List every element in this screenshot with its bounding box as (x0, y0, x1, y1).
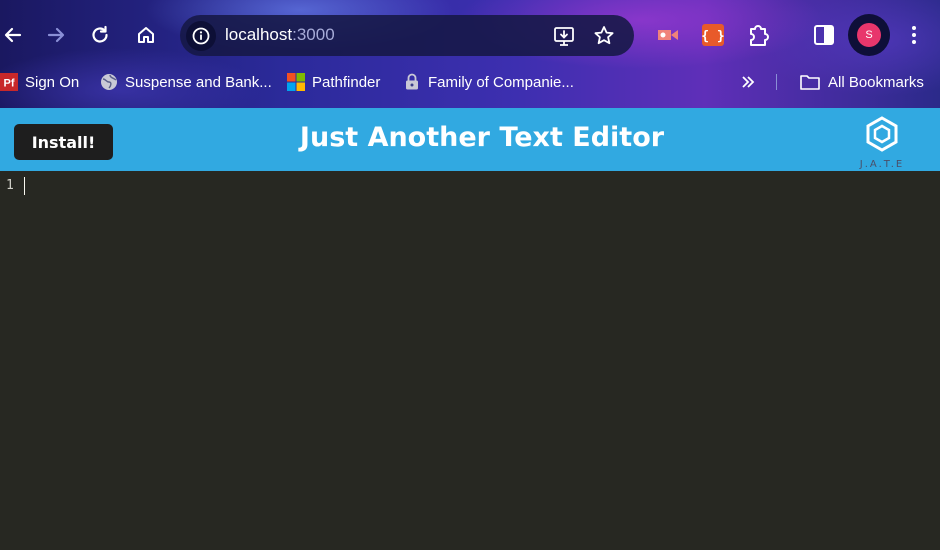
pf-logo-icon: Pf (0, 73, 18, 91)
more-menu-icon[interactable] (901, 22, 927, 48)
bookmark-label: Pathfinder (312, 73, 381, 91)
info-icon (192, 27, 210, 45)
bookmark-family[interactable]: Family of Companie... (403, 72, 574, 92)
all-bookmarks-label: All Bookmarks (828, 73, 924, 91)
bookmark-label: Family of Companie... (428, 73, 574, 91)
svg-text:{ }: { } (701, 29, 724, 44)
browser-chrome: localhost:3000 { } S Pf Sign On Suspense… (0, 0, 940, 108)
home-button[interactable] (133, 22, 159, 48)
avatar: S (857, 23, 881, 47)
back-button[interactable] (0, 22, 26, 48)
bookmarks-bar: Pf Sign On Suspense and Bank... Pathfind… (0, 68, 940, 96)
pf-badge: Pf (4, 78, 15, 90)
bookmark-sign-on[interactable]: Pf Sign On (0, 72, 79, 92)
logo-text: J.A.T.E (859, 159, 905, 170)
address-bar[interactable]: localhost:3000 (180, 15, 634, 56)
extensions-puzzle-icon[interactable] (745, 22, 771, 48)
text-cursor (24, 177, 25, 195)
arrow-right-icon (47, 27, 65, 43)
install-app-icon[interactable] (552, 24, 576, 48)
site-info-button[interactable] (186, 21, 216, 51)
all-bookmarks-button[interactable]: All Bookmarks (799, 72, 924, 92)
reload-icon (92, 25, 108, 43)
page-title: Just Another Text Editor (299, 122, 665, 153)
reload-button[interactable] (87, 22, 113, 48)
microsoft-logo-icon (287, 73, 305, 91)
arrow-left-icon (4, 27, 22, 43)
bookmark-label: Sign On (25, 73, 80, 91)
bookmark-divider (776, 74, 777, 90)
bookmark-suspense[interactable]: Suspense and Bank... (100, 72, 272, 92)
code-editor[interactable]: 1 (0, 171, 940, 550)
bookmark-label: Suspense and Bank... (125, 73, 272, 91)
profile-button[interactable]: S (848, 14, 890, 56)
globe-icon (101, 74, 117, 90)
lock-icon (406, 73, 418, 90)
app-header: Install! Just Another Text Editor J.A.T.… (0, 108, 940, 171)
url-host: localhost (225, 25, 293, 44)
home-icon (138, 27, 154, 43)
bookmarks-overflow-button[interactable] (740, 72, 756, 92)
folder-icon (800, 75, 820, 90)
url-port: :3000 (292, 25, 335, 44)
json-extension-icon[interactable]: { } (700, 22, 726, 48)
side-panel-icon[interactable] (811, 22, 837, 48)
star-icon[interactable] (592, 24, 616, 48)
app-logo: J.A.T.E (856, 116, 908, 170)
recorder-extension-icon[interactable] (655, 22, 681, 48)
forward-button[interactable] (43, 22, 69, 48)
double-chevron-right-icon (742, 76, 755, 88)
url-text[interactable]: localhost:3000 (225, 25, 335, 45)
bookmark-pathfinder[interactable]: Pathfinder (287, 72, 380, 92)
jate-logo-icon (866, 116, 898, 152)
line-number: 1 (6, 178, 14, 193)
